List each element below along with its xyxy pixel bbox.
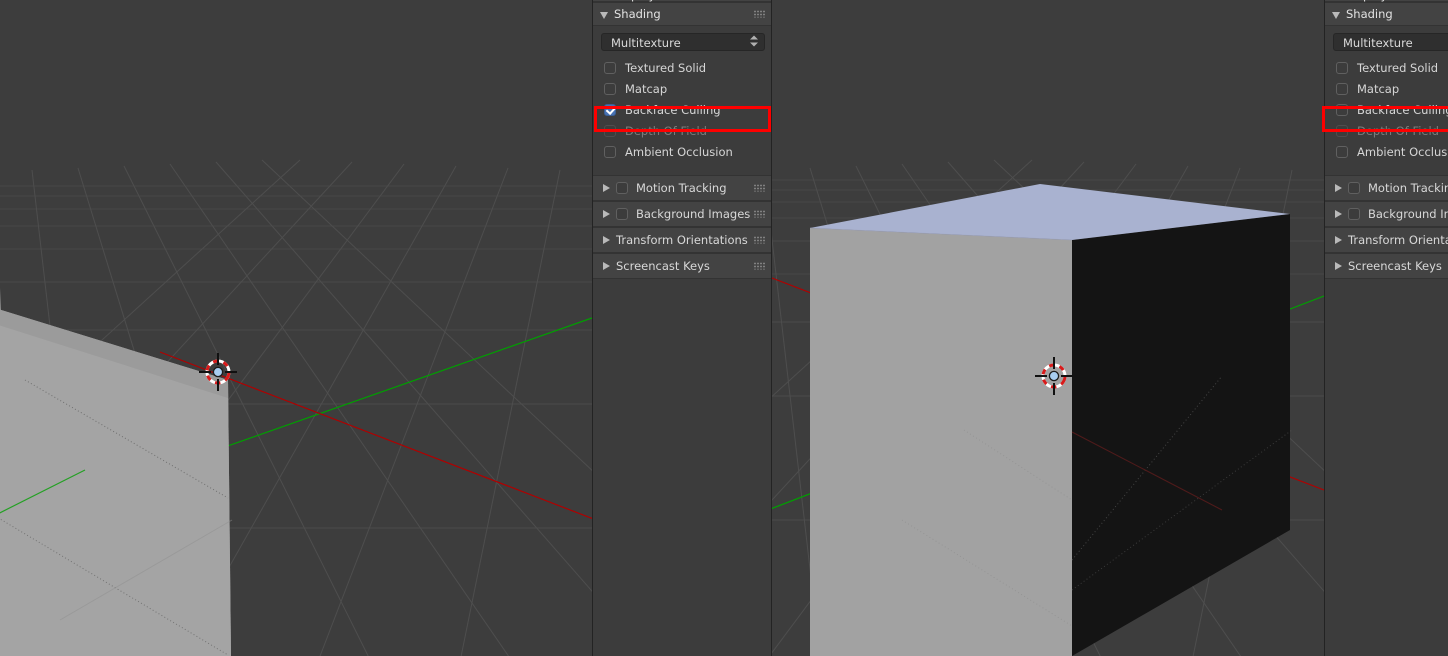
panel-spacer — [1325, 168, 1448, 175]
checkbox-label: Textured Solid — [625, 60, 707, 75]
shading-mode-value: Multitexture — [611, 36, 681, 50]
blender-window: Display Shading Multitexture Textured S — [0, 0, 1448, 656]
shading-mode-value: Multitexture — [1343, 36, 1413, 50]
panel-header-shading-label: Shading — [1346, 7, 1393, 21]
checkbox-matcap[interactable]: Matcap — [593, 78, 771, 99]
checkbox-icon[interactable] — [604, 82, 616, 95]
checkbox-label: Textured Solid — [1357, 60, 1439, 75]
checkbox-icon[interactable] — [604, 61, 616, 74]
shading-panel-body: Multitexture Textured Solid Matcap Backf… — [593, 26, 771, 168]
triangle-right-icon — [1335, 184, 1342, 192]
grip-dots-icon[interactable] — [754, 184, 765, 192]
shading-mode-row: Multitexture — [1325, 30, 1448, 57]
triangle-right-icon — [603, 210, 610, 218]
checkbox-label: Backface Culling — [1357, 102, 1448, 117]
panel-header-label: Transform Orientations — [616, 233, 748, 247]
panel-header-label: Motion Tracking — [1368, 181, 1448, 195]
panel-header-shading[interactable]: Shading — [593, 2, 771, 26]
properties-panel-backface-off[interactable]: Display Shading Multitexture Textured So… — [1324, 0, 1448, 656]
checkbox-icon — [1336, 124, 1348, 137]
panel-header-screencast-keys[interactable]: Screencast Keys — [1325, 253, 1448, 279]
checkbox-label: Ambient Occlusion — [1357, 144, 1448, 159]
viewport-backface-culling-on[interactable] — [0, 0, 592, 656]
shading-mode-row: Multitexture — [593, 30, 771, 57]
panel-header-transform-orientations[interactable]: Transform Orientations — [593, 227, 771, 253]
checkbox-label: Depth Of Field — [625, 123, 707, 138]
checkbox-label: Matcap — [625, 81, 668, 96]
triangle-down-icon — [600, 11, 608, 19]
panel-header-label: Transform Orientations — [1348, 233, 1448, 247]
grip-dots-icon[interactable] — [754, 10, 765, 18]
checkbox-label: Backface Culling — [625, 102, 721, 117]
checkbox-icon[interactable] — [1348, 208, 1360, 220]
checkbox-textured-solid[interactable]: Textured Solid — [593, 57, 771, 78]
checkbox-label: Matcap — [1357, 81, 1400, 96]
panel-header-label: Screencast Keys — [616, 259, 710, 273]
triangle-right-icon — [603, 236, 610, 244]
triangle-right-icon — [1335, 210, 1342, 218]
checkbox-checked-icon[interactable] — [604, 103, 616, 116]
checkbox-icon[interactable] — [1348, 182, 1360, 194]
checkbox-ambient-occlusion[interactable]: Ambient Occlusion — [1325, 141, 1448, 162]
panel-header-label: Motion Tracking — [636, 181, 727, 195]
updown-arrows-icon[interactable] — [750, 35, 758, 49]
triangle-down-icon — [1332, 11, 1340, 19]
grip-dots-icon[interactable] — [754, 210, 765, 218]
panel-header-shading-label: Shading — [614, 7, 661, 21]
checkbox-icon[interactable] — [1336, 82, 1348, 95]
shading-mode-dropdown[interactable]: Multitexture — [601, 33, 765, 51]
checkbox-depth-of-field: Depth Of Field — [593, 120, 771, 141]
triangle-right-icon — [603, 262, 610, 270]
checkbox-icon[interactable] — [1336, 103, 1348, 116]
panel-header-motion-tracking[interactable]: Motion Tracking — [1325, 175, 1448, 201]
checkbox-icon[interactable] — [604, 145, 616, 158]
checkbox-ambient-occlusion[interactable]: Ambient Occlusion — [593, 141, 771, 162]
triangle-right-icon — [603, 184, 610, 192]
checkbox-icon[interactable] — [616, 208, 628, 220]
checkbox-depth-of-field: Depth Of Field — [1325, 120, 1448, 141]
properties-panel-backface-on[interactable]: Display Shading Multitexture Textured S — [592, 0, 772, 656]
checkbox-icon — [604, 124, 616, 137]
panel-header-shading[interactable]: Shading — [1325, 2, 1448, 26]
panel-header-background-images[interactable]: Background Images — [593, 201, 771, 227]
grip-dots-icon[interactable] — [754, 262, 765, 270]
viewport-right-scene — [772, 0, 1324, 656]
checkbox-icon[interactable] — [1336, 145, 1348, 158]
checkbox-textured-solid[interactable]: Textured Solid — [1325, 57, 1448, 78]
panel-header-motion-tracking[interactable]: Motion Tracking — [593, 175, 771, 201]
panel-header-label: Background Images — [1368, 207, 1448, 221]
triangle-right-icon — [1335, 236, 1342, 244]
viewport-left-scene — [0, 0, 592, 656]
checkbox-label: Depth Of Field — [1357, 123, 1439, 138]
checkbox-icon[interactable] — [1336, 61, 1348, 74]
cube-face-left — [810, 228, 1072, 656]
panel-header-label: Background Images — [636, 207, 751, 221]
checkbox-backface-culling[interactable]: Backface Culling — [1325, 99, 1448, 120]
checkbox-label: Ambient Occlusion — [625, 144, 733, 159]
panel-header-transform-orientations[interactable]: Transform Orientations — [1325, 227, 1448, 253]
grip-dots-icon[interactable] — [754, 236, 765, 244]
panel-header-label: Screencast Keys — [1348, 259, 1442, 273]
viewport-backface-culling-off[interactable] — [772, 0, 1324, 656]
triangle-right-icon — [1335, 262, 1342, 270]
panel-spacer — [593, 168, 771, 175]
checkbox-backface-culling[interactable]: Backface Culling — [593, 99, 771, 120]
checkbox-matcap[interactable]: Matcap — [1325, 78, 1448, 99]
panel-header-background-images[interactable]: Background Images — [1325, 201, 1448, 227]
shading-mode-dropdown[interactable]: Multitexture — [1333, 33, 1448, 51]
shading-panel-body: Multitexture Textured Solid Matcap Backf… — [1325, 26, 1448, 168]
panel-header-screencast-keys[interactable]: Screencast Keys — [593, 253, 771, 279]
checkbox-icon[interactable] — [616, 182, 628, 194]
